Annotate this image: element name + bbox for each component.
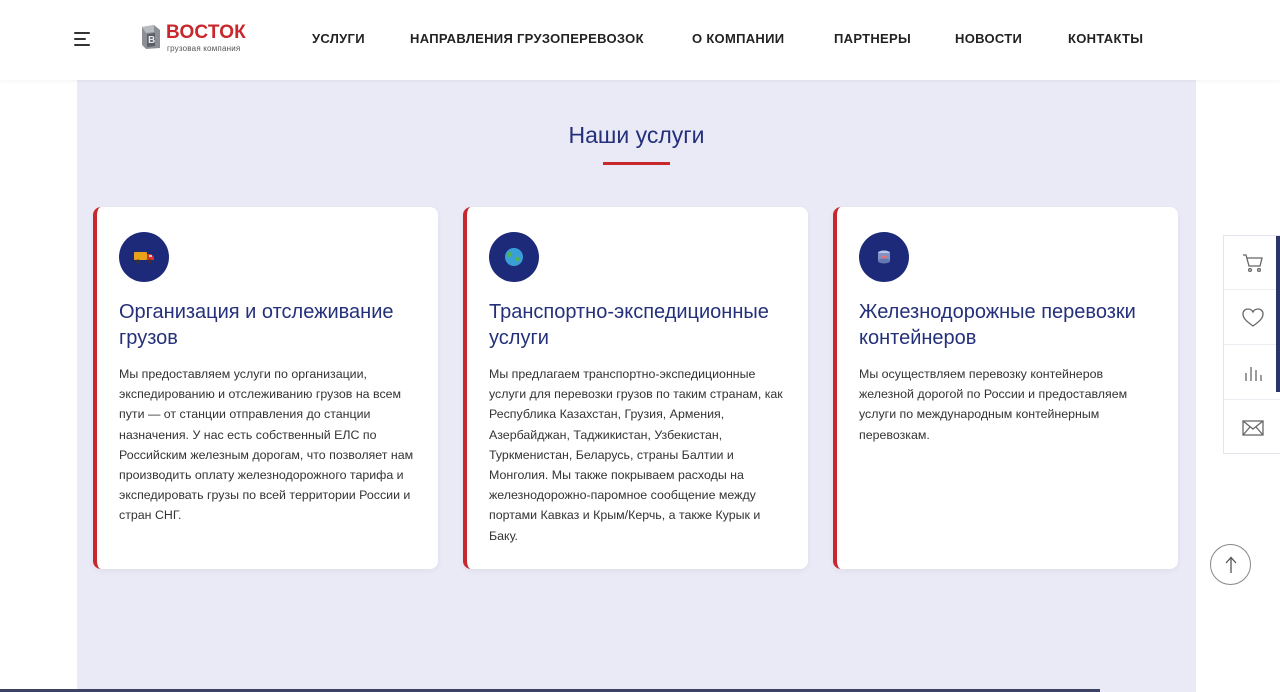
card-title: Железнодорожные перевозки контейнеров [859,301,1136,349]
card-title: Организация и отслеживание грузов [119,301,394,349]
logo-emblem-icon: В [142,25,160,49]
nav-item-directions[interactable]: НАПРАВЛЕНИЯ ГРУЗОПЕРЕВОЗОК [410,31,644,46]
services-section: Наши услуги Организация и отслеживание г… [77,80,1196,692]
service-card: Транспортно-экспедиционные услуги Мы пре… [463,207,808,569]
title-underline [603,162,670,165]
globe-icon [489,232,539,282]
card-description: Мы осуществляем перевозку контейнеров же… [859,367,1128,442]
arrow-up-icon [1225,556,1236,573]
cart-icon[interactable] [1224,236,1280,290]
truck-icon [119,232,169,282]
card-description: Мы предлагаем транспортно-экспедиционные… [489,367,783,543]
container-icon [859,232,909,282]
scroll-to-top-button[interactable] [1210,544,1251,585]
nav-item-about[interactable]: О КОМПАНИИ [692,31,784,46]
nav-item-partners[interactable]: ПАРТНЕРЫ [834,31,911,46]
nav-item-services[interactable]: УСЛУГИ [312,31,365,46]
logo-tagline: грузовая компания [167,44,241,53]
site-header: В ВОСТОК грузовая компания УСЛУГИ НАПРАВ… [0,0,1280,80]
compare-icon[interactable] [1224,346,1280,400]
svg-text:В: В [148,35,155,46]
menu-icon[interactable] [74,32,92,46]
nav-item-contacts[interactable]: КОНТАКТЫ [1068,31,1143,46]
logo[interactable]: В ВОСТОК грузовая компания [140,22,246,56]
logo-name: ВОСТОК [166,22,246,43]
card-title: Транспортно-экспедиционные услуги [489,301,769,349]
heart-icon[interactable] [1224,291,1280,345]
mail-icon[interactable] [1224,401,1280,455]
section-title: Наши услуги [568,122,705,148]
side-toolbar [1223,235,1280,454]
service-card: Железнодорожные перевозки контейнеров Мы… [833,207,1178,569]
service-card: Организация и отслеживание грузов Мы пре… [93,207,438,569]
side-scroll-indicator [1276,236,1280,392]
card-description: Мы предоставляем услуги по организации, … [119,367,414,523]
nav-item-news[interactable]: НОВОСТИ [955,31,1022,46]
